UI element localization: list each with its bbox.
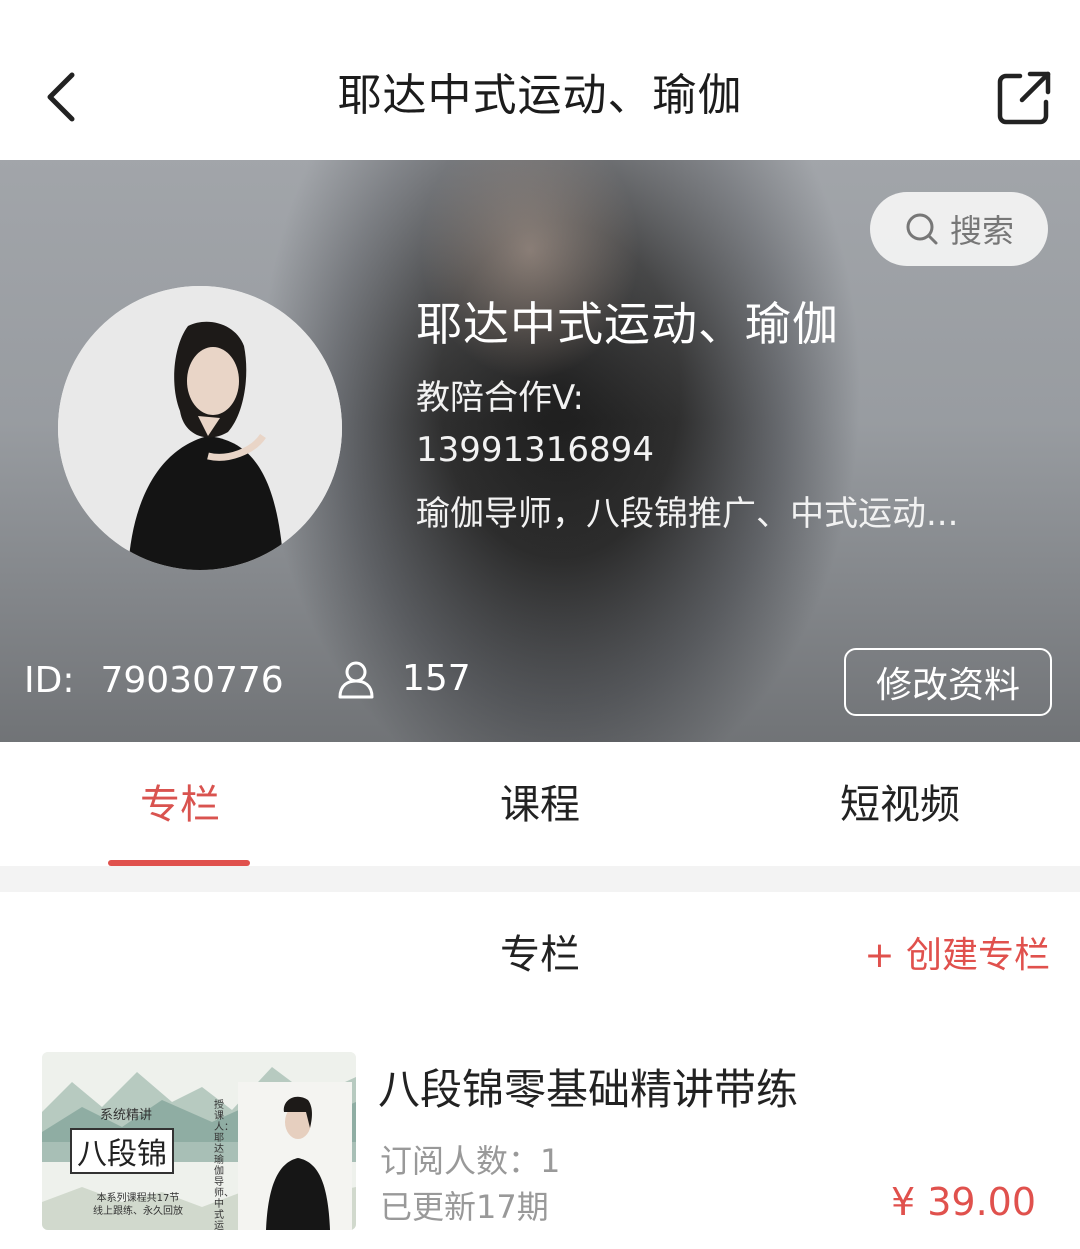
cover-photo — [238, 1082, 352, 1230]
price: ¥ 39.00 — [890, 1180, 1036, 1224]
column-title: 八段锦零基础精讲带练 — [378, 1065, 799, 1114]
instructor-photo — [238, 1082, 352, 1230]
cover-title: 八段锦 — [70, 1128, 174, 1174]
create-column-button[interactable]: + 创建专栏 — [864, 926, 1050, 978]
cover-tag: 系统精讲 — [100, 1108, 153, 1123]
update-count: 已更新17期 — [380, 1188, 549, 1226]
list-item[interactable]: 系统精讲 八段锦 本系列课程共17节 线上跟练、永久回放 授课人：耶达 瑜伽导师… — [0, 1040, 1080, 1249]
tab-short-videos[interactable]: 短视频 — [750, 772, 1050, 832]
profile-header: 搜索 耶达中式运动、瑜伽 教陪合作V: 13991316894 瑜伽导师，八段锦… — [0, 160, 1080, 742]
search-icon — [906, 213, 938, 245]
follower-value: 157 — [402, 658, 471, 699]
edit-profile-button[interactable]: 修改资料 — [844, 648, 1052, 716]
tab-columns[interactable]: 专栏 — [30, 772, 330, 832]
share-icon — [997, 71, 1051, 125]
search-button[interactable]: 搜索 — [870, 192, 1048, 266]
column-cover: 系统精讲 八段锦 本系列课程共17节 线上跟练、永久回放 授课人：耶达 瑜伽导师… — [42, 1052, 356, 1230]
section-divider — [0, 866, 1080, 892]
chevron-left-icon — [47, 72, 75, 122]
back-button[interactable] — [30, 62, 94, 132]
cover-side-text: 授课人：耶达 瑜伽导师、中式运动推广 — [214, 1100, 234, 1230]
search-label: 搜索 — [949, 212, 1014, 250]
bio-line-2: 13991316894 — [416, 430, 654, 470]
user-icon — [338, 661, 374, 698]
avatar[interactable] — [58, 286, 342, 570]
subscriber-count: 订阅人数：1 — [380, 1142, 561, 1180]
id-value: 79030776 — [100, 660, 284, 701]
tab-courses[interactable]: 课程 — [390, 772, 690, 832]
tab-bar: 专栏 课程 短视频 — [0, 742, 1080, 866]
profile-name: 耶达中式运动、瑜伽 — [416, 297, 839, 351]
id-label: ID: — [24, 660, 75, 701]
follower-count[interactable]: 157 — [336, 658, 471, 699]
avatar-photo — [58, 286, 342, 570]
bio-line-1: 教陪合作V: — [416, 378, 584, 418]
cover-note: 本系列课程共17节 线上跟练、永久回放 — [93, 1193, 183, 1217]
page-title: 耶达中式运动、瑜伽 — [337, 70, 743, 121]
share-button[interactable] — [988, 62, 1060, 134]
bio-line-3: 瑜伽导师，八段锦推广、中式运动... — [416, 494, 959, 534]
user-id: ID: 79030776 — [24, 660, 284, 701]
section-title: 专栏 — [500, 932, 580, 978]
top-nav-bar: 耶达中式运动、瑜伽 — [0, 0, 1080, 160]
